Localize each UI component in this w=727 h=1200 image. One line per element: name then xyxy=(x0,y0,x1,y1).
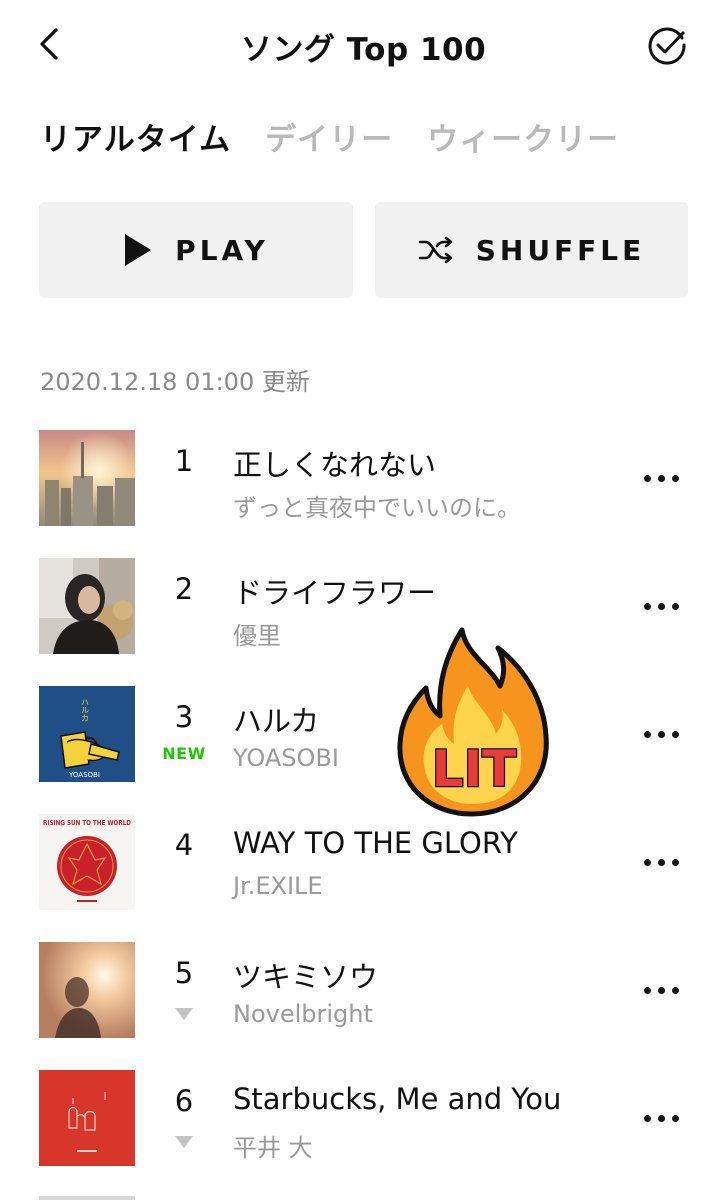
album-art[interactable]: ハルカ YOASOBI xyxy=(39,686,135,782)
artist-name[interactable]: Jr.EXILE xyxy=(233,872,323,900)
artist-name[interactable]: ずっと真夜中でいいのに。 xyxy=(233,488,521,523)
song-title[interactable]: ドライフラワー xyxy=(233,570,436,612)
album-art-header-text: RISING SUN TO THE WORLD xyxy=(43,819,131,827)
select-mode-button[interactable] xyxy=(646,24,688,66)
artist-name[interactable]: Novelbright xyxy=(233,1000,373,1028)
song-title[interactable]: Starbucks, Me and You xyxy=(233,1082,561,1116)
next-album-art xyxy=(39,1196,135,1200)
album-art-image: RISING SUN TO THE WORLD xyxy=(39,814,135,910)
more-horizontal-icon xyxy=(644,986,651,994)
rank-number: 4 xyxy=(174,828,194,862)
shuffle-label: SHUFFLE xyxy=(475,233,646,267)
song-title[interactable]: 正しくなれない xyxy=(233,442,436,484)
artist-name[interactable]: 平井 大 xyxy=(233,1128,313,1163)
rank-down-icon xyxy=(175,1008,193,1020)
artist-name[interactable]: 優里 xyxy=(233,616,281,651)
tab-realtime[interactable]: リアルタイム xyxy=(40,114,231,162)
more-options-button[interactable] xyxy=(644,850,692,874)
rank-number: 2 xyxy=(174,572,194,606)
more-horizontal-icon xyxy=(644,474,651,482)
list-item[interactable]: ハルカ YOASOBI 3 NEW ハルカ YOASOBI xyxy=(0,686,727,814)
play-button[interactable]: PLAY xyxy=(39,202,353,298)
more-options-button[interactable] xyxy=(644,466,692,490)
list-item[interactable]: 1 正しくなれない ずっと真夜中でいいのに。 xyxy=(0,430,727,558)
album-art[interactable] xyxy=(39,942,135,1038)
artist-name[interactable]: YOASOBI xyxy=(233,744,339,772)
song-chart-screen: ソング Top 100 リアルタイム デイリー ウィークリー PLAY SHUF… xyxy=(0,0,727,1200)
album-art-image xyxy=(39,430,135,526)
lit-label: LIT xyxy=(432,740,517,798)
play-icon xyxy=(125,234,152,266)
list-item[interactable]: 5 ツキミソウ Novelbright xyxy=(0,942,727,1070)
more-horizontal-icon xyxy=(644,730,651,738)
song-title[interactable]: WAY TO THE GLORY xyxy=(233,826,518,860)
list-item[interactable]: 2 ドライフラワー 優里 xyxy=(0,558,727,686)
shuffle-icon xyxy=(418,236,453,264)
more-options-button[interactable] xyxy=(644,594,692,618)
rank-number: 1 xyxy=(174,444,194,478)
song-title[interactable]: ツキミソウ xyxy=(233,954,378,996)
new-badge: NEW xyxy=(162,744,206,763)
more-options-button[interactable] xyxy=(644,978,692,1002)
top-bar: ソング Top 100 xyxy=(0,0,727,90)
rank-number: 5 xyxy=(174,956,194,990)
rank-number: 6 xyxy=(174,1084,194,1118)
chart-period-tabs: リアルタイム デイリー ウィークリー xyxy=(40,114,619,162)
album-art[interactable] xyxy=(39,558,135,654)
song-title[interactable]: ハルカ xyxy=(233,698,319,740)
shuffle-button[interactable]: SHUFFLE xyxy=(375,202,688,298)
album-art-image: ハルカ YOASOBI xyxy=(39,686,135,782)
updated-timestamp: 2020.12.18 01:00 更新 xyxy=(40,368,310,396)
tab-weekly[interactable]: ウィークリー xyxy=(427,114,619,162)
album-art-image xyxy=(39,1070,135,1166)
more-horizontal-icon xyxy=(644,602,651,610)
more-horizontal-icon xyxy=(644,858,651,866)
list-item[interactable]: RISING SUN TO THE WORLD 4 WAY TO THE GLO… xyxy=(0,814,727,942)
album-art-image xyxy=(39,942,135,1038)
tab-daily[interactable]: デイリー xyxy=(265,114,393,162)
more-options-button[interactable] xyxy=(644,722,692,746)
album-art-brand: YOASOBI xyxy=(68,771,100,779)
album-art[interactable]: RISING SUN TO THE WORLD xyxy=(39,814,135,910)
album-art[interactable] xyxy=(39,430,135,526)
more-horizontal-icon xyxy=(644,1114,651,1122)
album-art-image xyxy=(39,558,135,654)
play-label: PLAY xyxy=(175,233,269,267)
check-circle-icon xyxy=(648,27,686,65)
more-options-button[interactable] xyxy=(644,1106,692,1130)
rank-number: 3 xyxy=(174,700,194,734)
rank-down-icon xyxy=(175,1136,193,1148)
album-art-vertical-text: ハルカ xyxy=(81,698,90,722)
fire-icon: LIT xyxy=(397,627,549,817)
page-title: ソング Top 100 xyxy=(240,32,487,68)
album-art[interactable] xyxy=(39,1070,135,1166)
list-item[interactable]: 6 Starbucks, Me and You 平井 大 xyxy=(0,1070,727,1198)
